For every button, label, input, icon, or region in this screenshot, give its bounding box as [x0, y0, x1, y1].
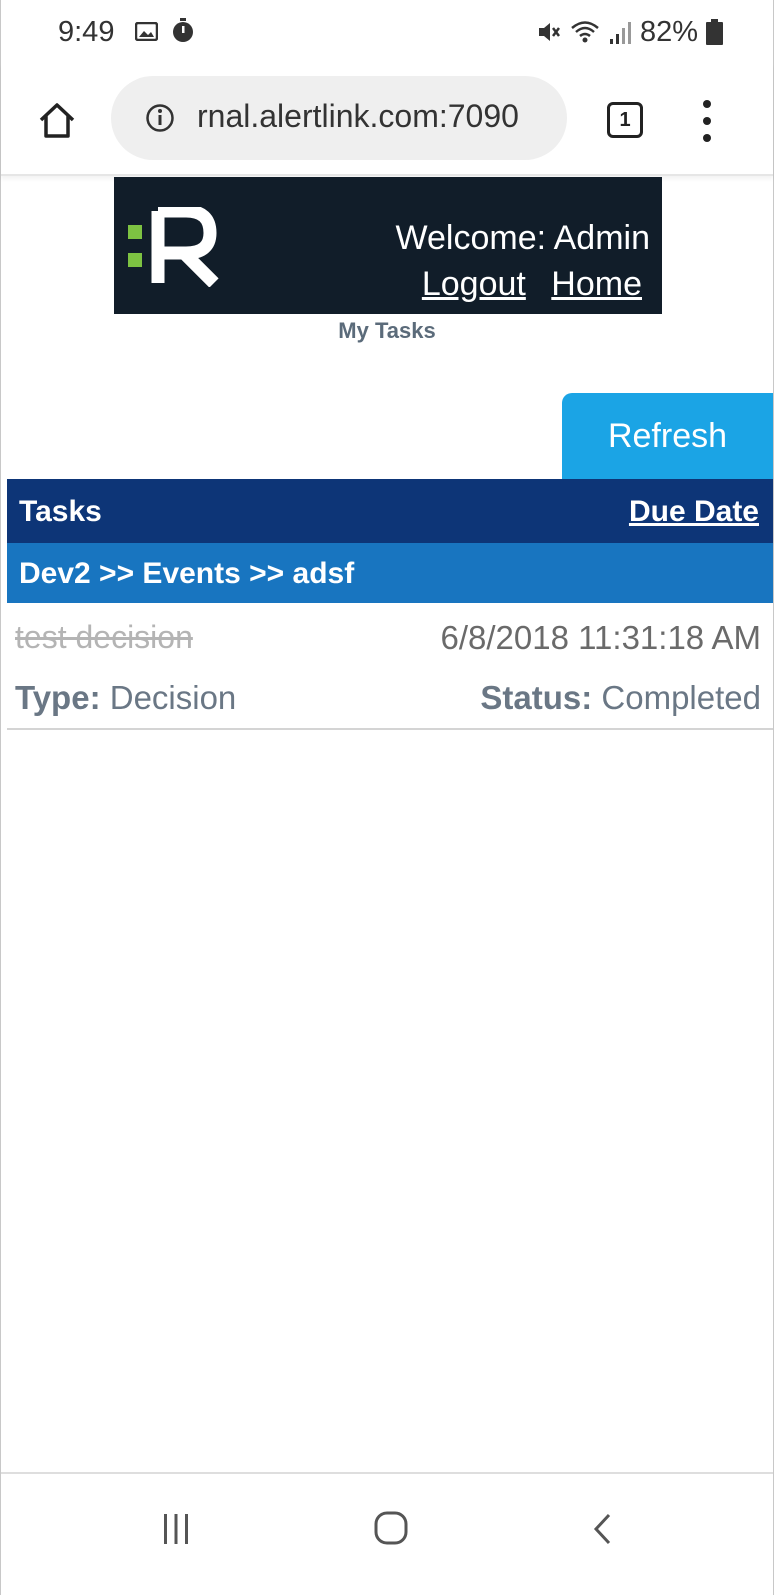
url-text[interactable]: rnal.alertlink.com:7090	[197, 98, 519, 135]
wifi-icon	[571, 21, 599, 43]
menu-icon[interactable]	[697, 98, 717, 144]
task-type-label: Type:	[15, 679, 101, 716]
task-due-date: 6/8/2018 11:31:18 AM	[440, 619, 761, 656]
tab-count: 1	[619, 108, 631, 131]
logout-link[interactable]: Logout	[422, 265, 526, 303]
nav-home-icon[interactable]	[373, 1510, 409, 1546]
tasks-column-header: Tasks	[19, 495, 102, 528]
home-link[interactable]: Home	[551, 265, 642, 303]
task-group-label: Dev2 >> Events >> adsf	[19, 557, 355, 590]
status-right: 82%	[536, 16, 723, 48]
browser-toolbar: rnal.alertlink.com:7090 1	[1, 64, 773, 176]
tasks-header: Tasks Due Date	[7, 479, 773, 543]
signal-icon	[609, 22, 631, 44]
welcome-text: Welcome: Admin	[395, 219, 650, 257]
task-status-label: Status:	[480, 679, 593, 716]
timer-icon	[173, 18, 193, 42]
banner-links: Logout Home	[406, 265, 642, 304]
battery-percent: 82%	[639, 15, 698, 48]
task-type: Type: Decision	[15, 679, 236, 717]
status-bar: 9:49 82%	[1, 0, 773, 64]
status-time: 9:49	[58, 16, 115, 48]
logo	[128, 207, 219, 287]
task-type-value: Decision	[100, 679, 237, 716]
recents-icon[interactable]	[161, 1512, 191, 1546]
home-icon[interactable]	[37, 100, 77, 140]
refresh-button[interactable]: Refresh	[562, 393, 773, 479]
due-date-sort-link[interactable]: Due Date	[629, 495, 759, 529]
gallery-icon	[135, 22, 158, 41]
task-group-header: Dev2 >> Events >> adsf	[7, 543, 773, 603]
address-bar[interactable]: rnal.alertlink.com:7090	[111, 76, 567, 160]
page-title: My Tasks	[338, 318, 436, 343]
task-name[interactable]: test decision	[15, 619, 193, 656]
back-icon[interactable]	[591, 1512, 613, 1546]
task-status-value: Completed	[592, 679, 761, 716]
battery-icon	[706, 19, 723, 45]
app-banner: Welcome: Admin Logout Home	[114, 177, 662, 314]
info-icon[interactable]	[145, 103, 175, 133]
mute-icon	[538, 23, 560, 41]
table-row[interactable]: test decision 6/8/2018 11:31:18 AM Type:…	[7, 603, 773, 730]
task-status: Status: Completed	[480, 679, 761, 717]
system-nav-bar	[1, 1472, 773, 1595]
tabs-icon[interactable]: 1	[607, 102, 643, 138]
